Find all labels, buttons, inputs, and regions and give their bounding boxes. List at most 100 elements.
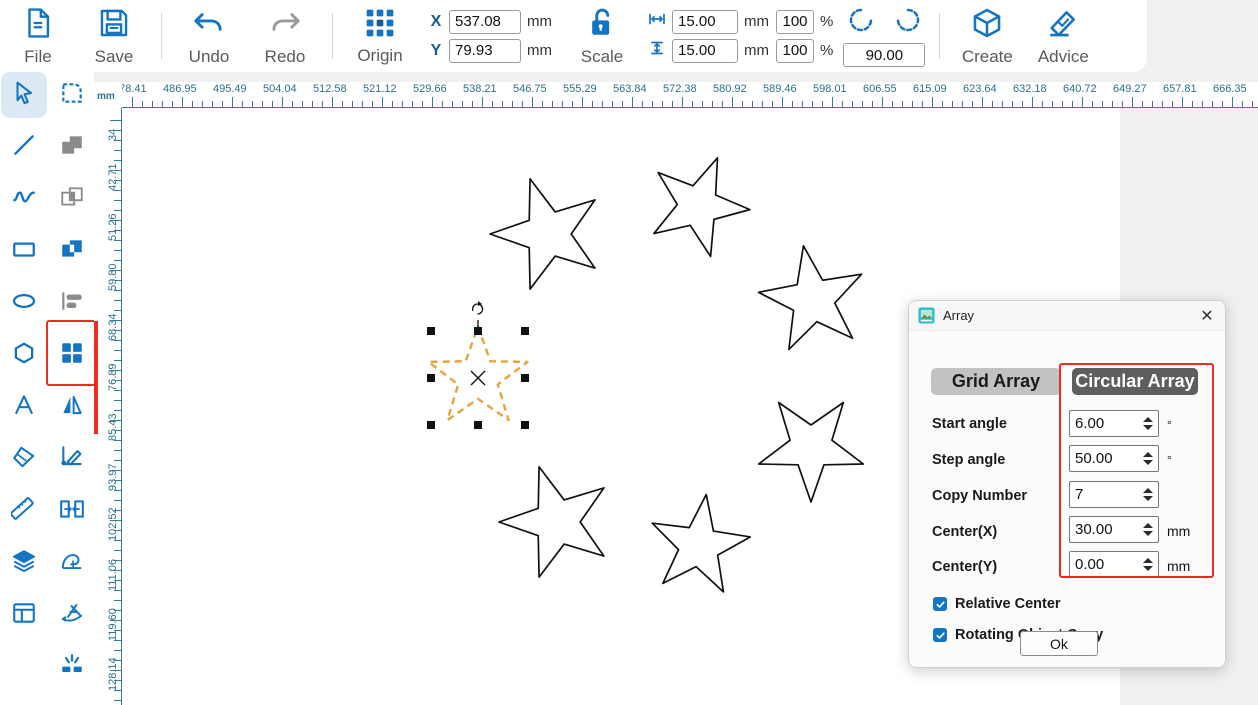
- x-position-row: X 537.08 mm: [428, 9, 552, 34]
- spinner-down-icon[interactable]: [1143, 566, 1153, 571]
- mirror-tool-button[interactable]: [49, 384, 95, 430]
- eraser-tool-button[interactable]: [1, 436, 47, 482]
- dialog-title-bar[interactable]: Array ✕: [909, 301, 1225, 331]
- ruler-tick-label: 657.81: [1163, 83, 1197, 95]
- ellipse-tool-button[interactable]: [1, 280, 47, 326]
- center-x-value[interactable]: [1070, 518, 1138, 541]
- start-angle-spinner[interactable]: [1138, 411, 1158, 436]
- scale-lock-button[interactable]: Scale: [564, 2, 640, 70]
- tab-grid-array[interactable]: Grid Array: [931, 368, 1061, 395]
- copy-number-value[interactable]: [1070, 483, 1138, 506]
- step-angle-value[interactable]: [1070, 447, 1138, 470]
- spinner-up-icon[interactable]: [1143, 417, 1153, 422]
- selection-handle-mr[interactable]: [521, 374, 529, 382]
- explode-icon: [59, 652, 85, 683]
- union-tool-button[interactable]: [49, 124, 95, 170]
- advice-button[interactable]: Advice: [1025, 2, 1101, 70]
- ok-button[interactable]: Ok: [1020, 631, 1098, 656]
- rotate-cw-icon[interactable]: [893, 5, 923, 40]
- start-angle-value[interactable]: [1070, 412, 1138, 435]
- intersect-tool-button[interactable]: [49, 176, 95, 222]
- select-tool-button[interactable]: [1, 72, 47, 118]
- selection-handle-bm[interactable]: [474, 421, 482, 429]
- star-copy-1[interactable]: [489, 177, 596, 291]
- rectangle-tool-button[interactable]: [1, 228, 47, 274]
- center-x-spinner[interactable]: [1138, 517, 1158, 542]
- ruler-tick: [114, 180, 121, 181]
- y-position-input[interactable]: 79.93: [449, 38, 521, 63]
- tab-circular-array[interactable]: Circular Array: [1072, 368, 1198, 395]
- selection-handle-tm[interactable]: [474, 327, 482, 335]
- redo-button[interactable]: Redo: [247, 2, 323, 70]
- x-position-input[interactable]: 537.08: [449, 9, 521, 34]
- node-edit-tool-button[interactable]: [49, 72, 95, 118]
- polygon-tool-button[interactable]: [1, 332, 47, 378]
- star-copy-3[interactable]: [757, 244, 863, 351]
- array-dialog[interactable]: Array ✕ Grid Array Circular Array Start …: [908, 300, 1226, 668]
- height-percent-sign: %: [820, 42, 834, 59]
- ruler-tool-button[interactable]: [1, 488, 47, 534]
- y-position-row: Y 79.93 mm: [428, 38, 552, 63]
- width-arrow-icon: [648, 12, 666, 31]
- selection-handle-br[interactable]: [521, 421, 529, 429]
- horizontal-ruler[interactable]: 478.41 486.95 495.49 504.04 512.58 521.12 529.…: [122, 82, 1258, 108]
- spinner-up-icon[interactable]: [1143, 488, 1153, 493]
- star-copy-6[interactable]: [498, 465, 605, 579]
- center-x-input[interactable]: [1069, 516, 1159, 543]
- array-tool-button[interactable]: [49, 332, 95, 378]
- offset-tool-button[interactable]: [49, 540, 95, 586]
- width-input[interactable]: 15.00: [672, 9, 738, 34]
- rotate-angle-input[interactable]: 90.00: [843, 43, 926, 67]
- spinner-up-icon[interactable]: [1143, 558, 1153, 563]
- spinner-down-icon[interactable]: [1143, 460, 1153, 465]
- star-selected[interactable]: [427, 324, 529, 422]
- height-input[interactable]: 15.00: [672, 38, 738, 63]
- step-angle-input[interactable]: [1069, 445, 1159, 472]
- spinner-down-icon[interactable]: [1143, 496, 1153, 501]
- spinner-down-icon[interactable]: [1143, 425, 1153, 430]
- measure-angle-tool-button[interactable]: [49, 436, 95, 482]
- line-tool-button[interactable]: [1, 124, 47, 170]
- layers-tool-button[interactable]: [1, 540, 47, 586]
- height-arrow-icon: [648, 41, 666, 60]
- selection-handle-tr[interactable]: [521, 327, 529, 335]
- rotation-handle-icon[interactable]: [471, 303, 484, 315]
- shear-tool-button[interactable]: [49, 592, 95, 638]
- star-copy-4[interactable]: [757, 401, 865, 503]
- center-y-spinner[interactable]: [1138, 552, 1158, 577]
- spinner-down-icon[interactable]: [1143, 531, 1153, 536]
- width-percent-input[interactable]: 100: [776, 9, 814, 34]
- step-angle-spinner[interactable]: [1138, 446, 1158, 471]
- close-icon[interactable]: ✕: [1195, 305, 1219, 327]
- origin-button[interactable]: Origin: [342, 2, 418, 70]
- ruler-tick: [114, 490, 121, 491]
- text-tool-button[interactable]: [1, 384, 47, 430]
- explode-tool-button[interactable]: [49, 644, 95, 690]
- spinner-up-icon[interactable]: [1143, 452, 1153, 457]
- align-tool-button[interactable]: [49, 280, 95, 326]
- selection-handle-ml[interactable]: [427, 374, 435, 382]
- file-button[interactable]: File: [0, 2, 76, 70]
- frame-tool-button[interactable]: [1, 592, 47, 638]
- selection-handle-tl[interactable]: [427, 327, 435, 335]
- center-y-input[interactable]: [1069, 551, 1159, 578]
- star-copy-2[interactable]: [653, 156, 751, 258]
- star-copy-5[interactable]: [651, 493, 752, 593]
- relative-center-checkbox[interactable]: Relative Center: [933, 596, 1061, 612]
- ruler-tick: [114, 330, 121, 331]
- undo-button[interactable]: Undo: [171, 2, 247, 70]
- height-percent-input[interactable]: 100: [776, 38, 814, 63]
- rotate-ccw-icon[interactable]: [846, 5, 880, 40]
- subtract-tool-button[interactable]: [49, 228, 95, 274]
- save-button[interactable]: Save: [76, 2, 152, 70]
- vertical-ruler[interactable]: 34 42.71 51.26 59.80 68.34 76.89 85.43 93.97 102…: [94, 108, 122, 705]
- selection-handle-bl[interactable]: [427, 421, 435, 429]
- start-angle-input[interactable]: [1069, 410, 1159, 437]
- create-button[interactable]: Create: [949, 2, 1025, 70]
- curve-tool-button[interactable]: [1, 176, 47, 222]
- distribute-tool-button[interactable]: [49, 488, 95, 534]
- center-y-value[interactable]: [1070, 553, 1138, 576]
- copy-number-spinner[interactable]: [1138, 482, 1158, 507]
- spinner-up-icon[interactable]: [1143, 523, 1153, 528]
- copy-number-input[interactable]: [1069, 481, 1159, 508]
